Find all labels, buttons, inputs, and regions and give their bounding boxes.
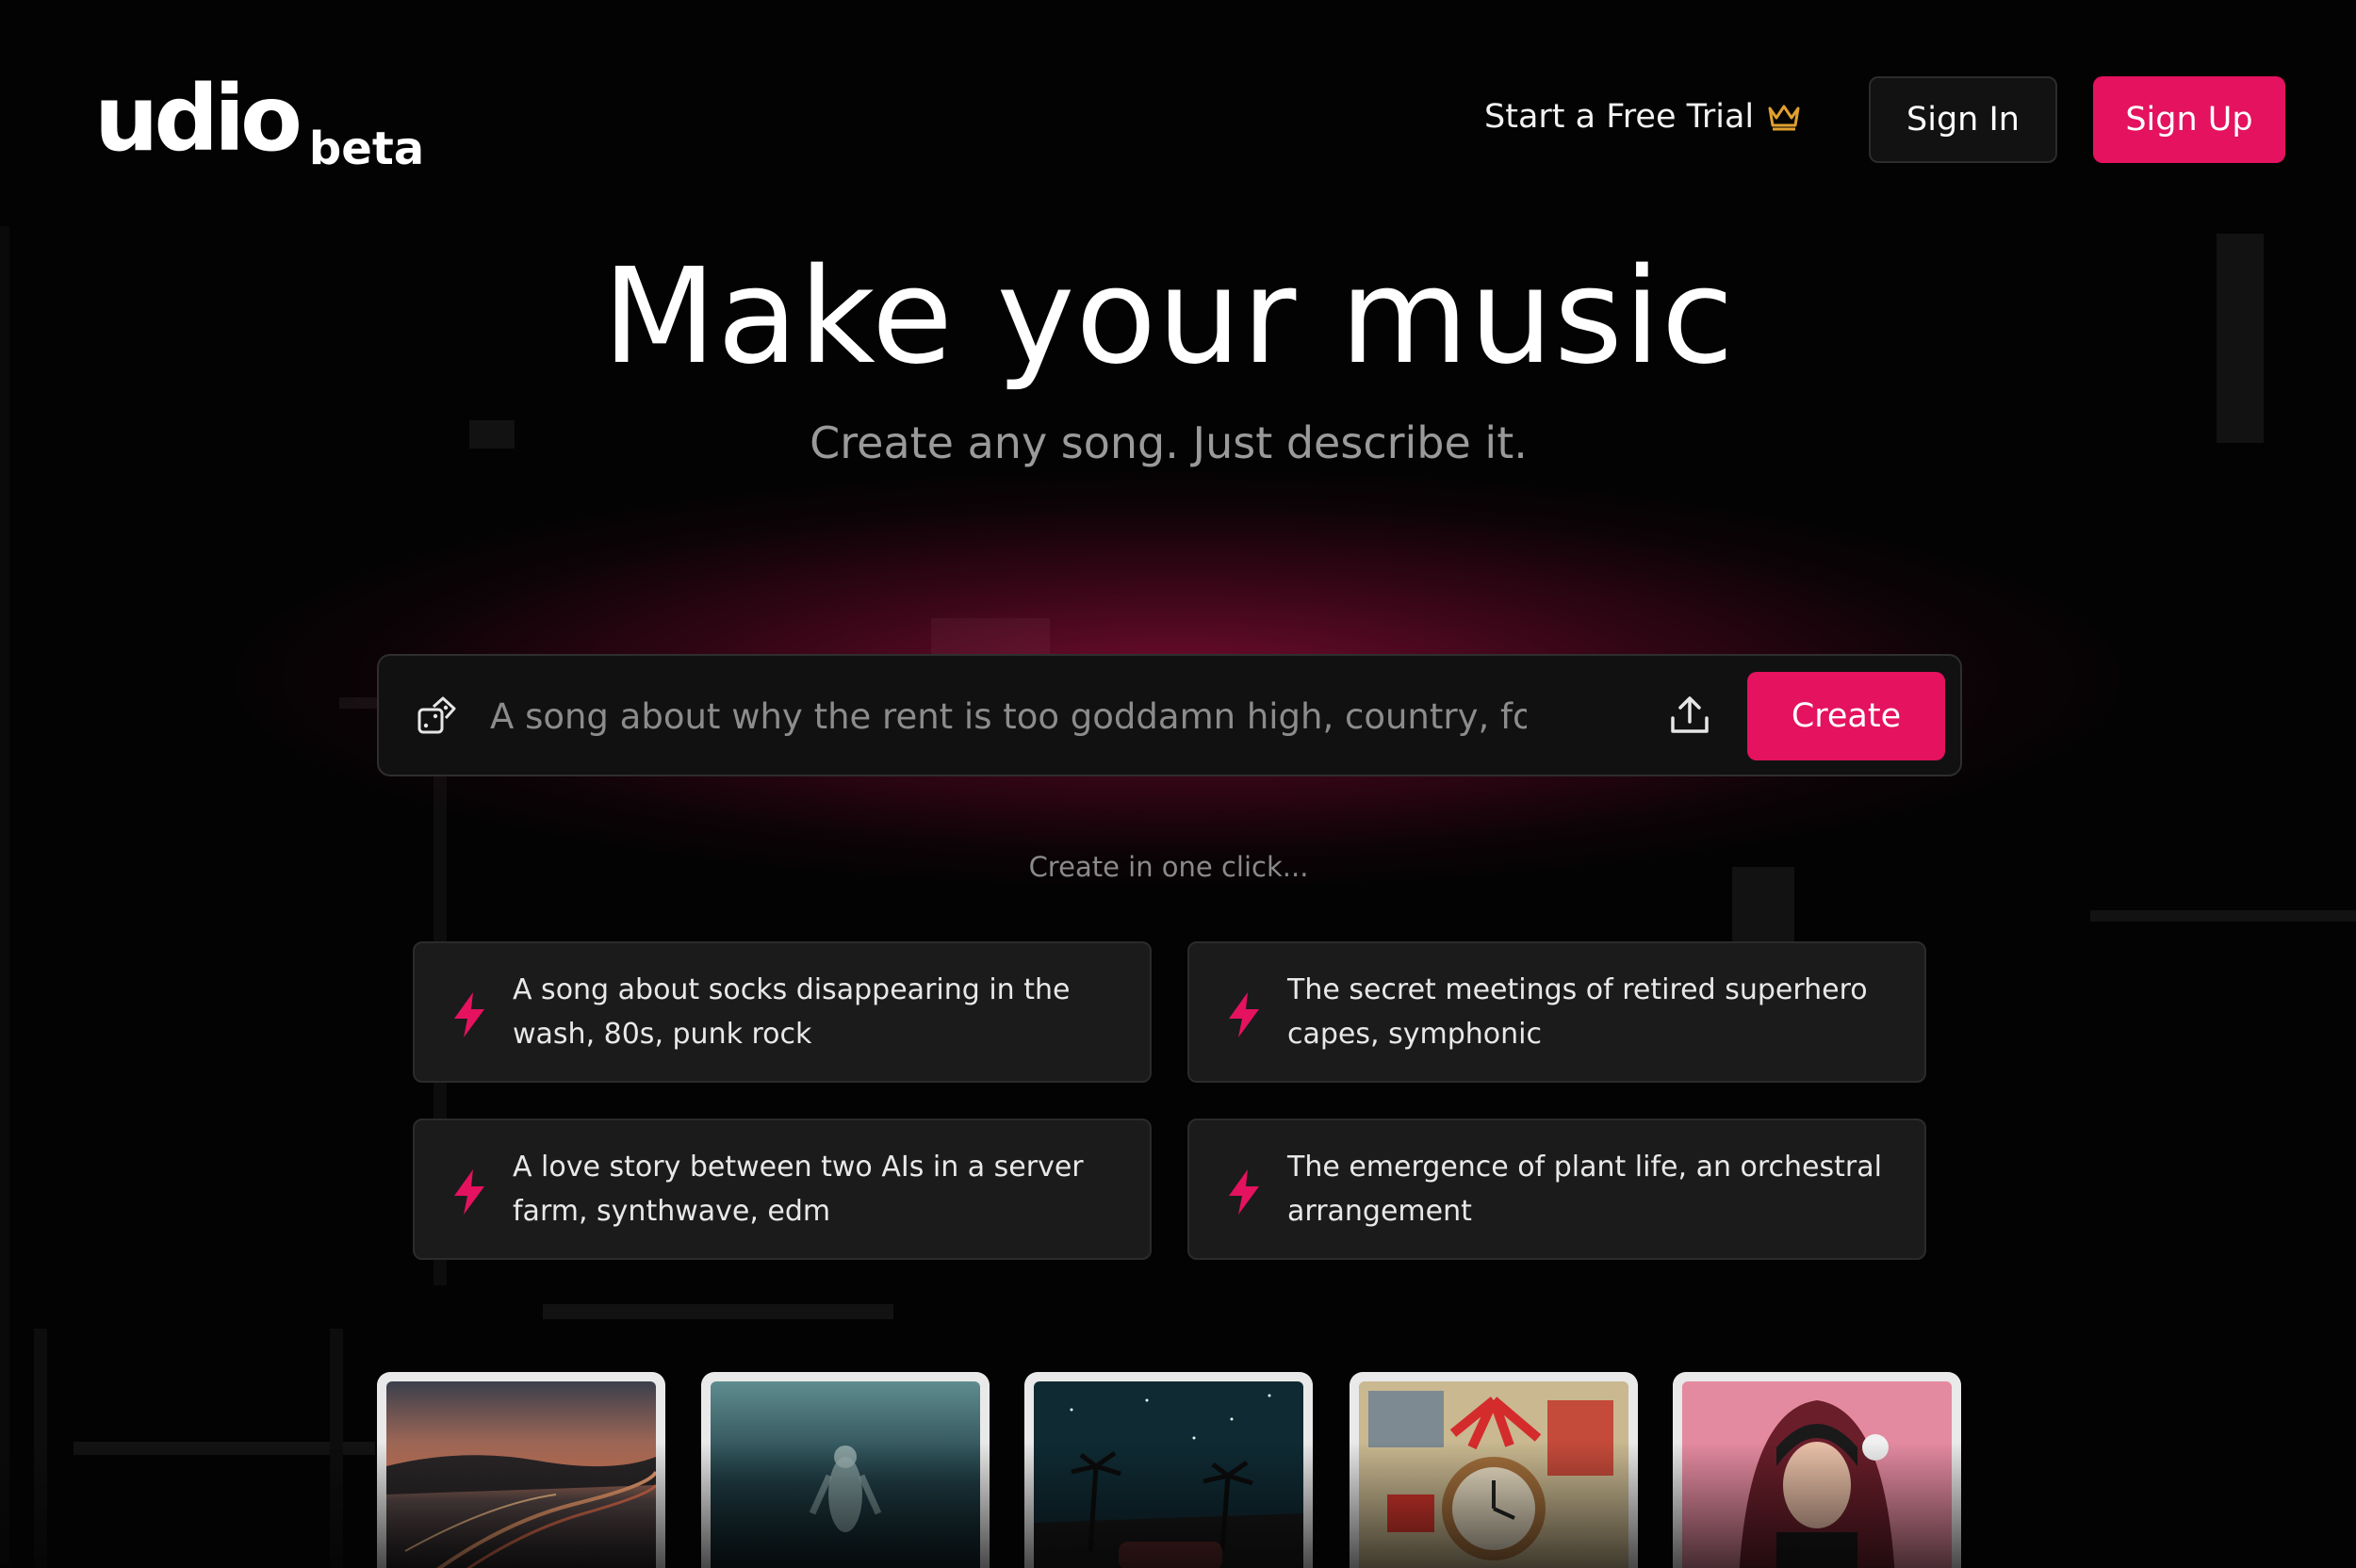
song-description-input[interactable] <box>490 688 1527 744</box>
random-prompt-dice-icon[interactable] <box>415 694 460 743</box>
suggestion-text: A song about socks disappearing in the w… <box>513 973 1071 1051</box>
bg-decoration <box>330 1329 343 1568</box>
song-thumbnail[interactable] <box>1673 1372 1961 1568</box>
song-thumbnail[interactable] <box>377 1372 665 1568</box>
bg-decoration <box>2090 910 2356 922</box>
bg-decoration <box>543 1304 893 1319</box>
song-thumbnail[interactable] <box>1350 1372 1638 1568</box>
sign-in-button[interactable]: Sign In <box>1869 76 2057 163</box>
logo-beta-tag: beta <box>308 122 425 175</box>
udio-logo[interactable]: udio beta <box>94 66 424 175</box>
udio-landing-page: udio beta Start a Free Trial Sign In Sig… <box>0 0 2356 1568</box>
lightning-bolt-icon <box>449 990 490 1043</box>
suggestion-text: A love story between two AIs in a server… <box>513 1151 1084 1228</box>
alarm-clock-collage-artwork <box>1359 1381 1628 1568</box>
logo-wordmark: udio <box>94 66 303 172</box>
start-free-trial-link[interactable]: Start a Free Trial <box>1484 98 1801 136</box>
suggestion-card[interactable]: The secret meetings of retired superhero… <box>1187 941 1926 1083</box>
sign-up-button[interactable]: Sign Up <box>2093 76 2285 163</box>
palm-night-sky-artwork <box>1034 1381 1303 1568</box>
create-button[interactable]: Create <box>1747 672 1945 760</box>
upload-icon[interactable] <box>1668 694 1711 741</box>
trial-link-label: Start a Free Trial <box>1484 98 1755 136</box>
lightning-bolt-icon <box>1223 990 1265 1043</box>
sunset-road-artwork <box>386 1381 656 1568</box>
suggestion-text: The emergence of plant life, an orchestr… <box>1287 1151 1882 1228</box>
underwater-figure-artwork <box>711 1381 980 1568</box>
lightning-bolt-icon <box>449 1168 490 1220</box>
song-thumbnail[interactable] <box>701 1372 990 1568</box>
bg-decoration <box>34 1329 47 1568</box>
lightning-bolt-icon <box>1223 1168 1265 1220</box>
prompt-bar: Create <box>377 654 1962 776</box>
song-thumbnail[interactable] <box>1024 1372 1313 1568</box>
crown-icon <box>1768 105 1800 131</box>
page-subtitle: Create any song. Just describe it. <box>810 417 1528 468</box>
suggestion-text: The secret meetings of retired superhero… <box>1287 973 1868 1051</box>
pink-portrait-artwork <box>1682 1381 1952 1568</box>
suggestions-heading: Create in one click... <box>1028 851 1309 883</box>
suggestion-card[interactable]: A love story between two AIs in a server… <box>413 1119 1152 1260</box>
page-title: Make your music <box>602 240 1735 394</box>
suggestion-card[interactable]: A song about socks disappearing in the w… <box>413 941 1152 1083</box>
suggestion-card[interactable]: The emergence of plant life, an orchestr… <box>1187 1119 1926 1260</box>
